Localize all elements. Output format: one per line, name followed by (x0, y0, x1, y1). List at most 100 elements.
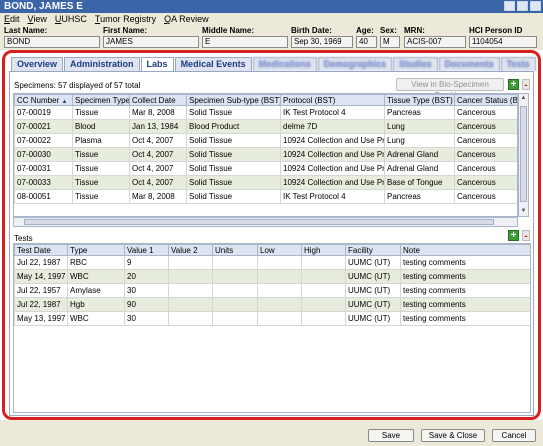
tab-medications[interactable]: Medications (252, 57, 317, 71)
tests-table: Test Date Type Value 1 Value 2 Units Low… (14, 244, 530, 326)
test-row[interactable]: Jul 22, 1987 Hgb 90 UUMC (UT) testing commen… (14, 297, 530, 312)
test-cell (257, 269, 302, 284)
col-type[interactable]: Type (67, 244, 125, 256)
tab-studies[interactable]: Studies (393, 57, 438, 71)
col-collect-date[interactable]: Collect Date (129, 94, 187, 106)
specimen-row[interactable]: 07-00019 Tissue Mar 8, 2008 Solid Tissue IK … (14, 105, 517, 120)
col-protocol[interactable]: Protocol (BST) (280, 94, 385, 106)
tab-overview[interactable]: Overview (11, 57, 64, 71)
middle-name-field[interactable]: E (202, 36, 288, 48)
horizontal-scroll-thumb[interactable] (24, 219, 494, 225)
add-test-button[interactable]: + (508, 230, 519, 241)
bio-specimen-tracking-button[interactable]: View in Bio-Specimen Tracking (396, 78, 504, 100)
col-specimen-subtype[interactable]: Specimen Sub-type (BST) (186, 94, 281, 106)
specimen-table-body: 07-00019 Tissue Mar 8, 2008 Solid Tissue IK … (14, 105, 517, 204)
last-name-field[interactable]: BOND (4, 36, 100, 48)
col-high[interactable]: High (301, 244, 346, 256)
menu-uuhsc[interactable]: UUHSC (55, 13, 87, 25)
menu-edit[interactable]: Edit (4, 13, 20, 25)
specimen-cell: Plasma (72, 133, 130, 148)
col-value-1[interactable]: Value 1 (124, 244, 169, 256)
specimen-cell: 10924 Collection and Use Pro... (280, 147, 385, 162)
specimen-cell: 07-00030 (14, 147, 73, 162)
tab-administration[interactable]: Administration (64, 57, 140, 71)
specimen-cell: Oct 4, 2007 (129, 175, 187, 190)
test-cell: Jul 22, 1987 (14, 297, 68, 312)
specimen-count: Specimens: 57 displayed of 57 total (14, 81, 141, 90)
sex-field[interactable]: M (380, 36, 400, 48)
window-titlebar: BOND, JAMES E (0, 0, 543, 13)
col-cancer-status[interactable]: Cancer Status (BS (454, 94, 517, 106)
specimen-row[interactable]: 07-00022 Plasma Oct 4, 2007 Solid Tissue 109… (14, 133, 517, 148)
specimen-vertical-scrollbar[interactable]: ▲ ▼ (518, 93, 529, 217)
menu-bar: Edit View UUHSC Tumor Registry QA Review (0, 13, 543, 25)
specimen-cell: 10924 Collection and Use Pro... (280, 175, 385, 190)
scroll-down-arrow-icon[interactable]: ▼ (519, 207, 528, 216)
minimize-button[interactable] (504, 1, 515, 11)
specimen-row[interactable]: 07-00030 Tissue Oct 4, 2007 Solid Tissue 109… (14, 147, 517, 162)
col-specimen-type[interactable]: Specimen Type (72, 94, 130, 106)
col-cc-number[interactable]: CC Number ▲ (14, 94, 73, 106)
specimen-cell: Cancerous (454, 161, 517, 176)
test-cell: 9 (124, 255, 169, 270)
col-value-2[interactable]: Value 2 (168, 244, 213, 256)
tab-tests[interactable]: Tests (500, 57, 536, 71)
col-low[interactable]: Low (257, 244, 302, 256)
add-specimen-button[interactable]: + (508, 79, 519, 90)
scroll-up-arrow-icon[interactable]: ▲ (519, 94, 528, 103)
labs-tab-panel: Specimens: 57 displayed of 57 total View… (9, 71, 534, 416)
specimen-cell: 07-00031 (14, 161, 73, 176)
col-facility[interactable]: Facility (345, 244, 401, 256)
test-row[interactable]: May 14, 1997 WBC 20 UUMC (UT) testing commen… (14, 269, 530, 284)
first-name-field[interactable]: JAMES (103, 36, 199, 48)
specimen-cell: Cancerous (454, 189, 517, 204)
hci-id-field[interactable]: 1104054 (469, 36, 537, 48)
specimen-cell: Lung (384, 119, 455, 134)
close-button[interactable] (530, 1, 541, 11)
save-button[interactable]: Save (368, 429, 414, 442)
specimen-cell: delme 7D (280, 119, 385, 134)
specimen-row[interactable]: 07-00031 Tissue Oct 4, 2007 Solid Tissue 109… (14, 161, 517, 176)
save-close-button[interactable]: Save & Close (421, 429, 485, 442)
scroll-thumb[interactable] (520, 106, 527, 202)
col-note[interactable]: Note (400, 244, 530, 256)
tab-labs[interactable]: Labs (140, 57, 174, 71)
menu-tumor-registry[interactable]: Tumor Registry (95, 13, 156, 25)
test-row[interactable]: May 13, 1997 WBC 30 UUMC (UT) testing commen… (14, 311, 530, 326)
test-cell: testing comments (400, 269, 530, 284)
col-test-date[interactable]: Test Date (14, 244, 68, 256)
test-row[interactable]: Jul 22, 1957 Amylase 30 UUMC (UT) testing co… (14, 283, 530, 298)
tab-documents[interactable]: Documents (438, 57, 500, 71)
specimen-cell: 08-00051 (14, 189, 73, 204)
specimen-cell: Jan 13, 1984 (129, 119, 187, 134)
test-row[interactable]: Jul 22, 1987 RBC 9 UUMC (UT) testing comment… (14, 255, 530, 270)
specimen-horizontal-scrollbar[interactable] (13, 217, 518, 227)
menu-view[interactable]: View (28, 13, 47, 25)
age-field[interactable]: 40 (356, 36, 377, 48)
maximize-button[interactable] (517, 1, 528, 11)
test-cell (168, 255, 213, 270)
remove-test-button[interactable]: - (522, 230, 530, 241)
col-tissue-type[interactable]: Tissue Type (BST) (384, 94, 455, 106)
remove-specimen-button[interactable]: - (522, 79, 530, 90)
birth-date-label: Birth Date: (291, 26, 332, 35)
middle-name-group: Middle Name: E (202, 25, 288, 48)
col-units[interactable]: Units (212, 244, 258, 256)
specimen-row[interactable]: 07-00033 Tissue Oct 4, 2007 Solid Tissue 109… (14, 175, 517, 190)
cancel-button[interactable]: Cancel (492, 429, 536, 442)
test-cell (257, 255, 302, 270)
specimen-cell: Oct 4, 2007 (129, 147, 187, 162)
test-cell: Amylase (67, 283, 125, 298)
specimen-row[interactable]: 07-00021 Blood Jan 13, 1984 Blood Product de… (14, 119, 517, 134)
specimen-table-container: CC Number ▲ Specimen Type Collect Date S… (13, 93, 518, 217)
mrn-field[interactable]: ACIS-007 (404, 36, 466, 48)
tab-demographics[interactable]: Demographics (317, 57, 393, 71)
specimen-cell: Oct 4, 2007 (129, 133, 187, 148)
test-cell (301, 297, 346, 312)
test-cell: UUMC (UT) (345, 255, 401, 270)
birth-date-field[interactable]: Sep 30, 1969 (291, 36, 353, 48)
tab-medical-events[interactable]: Medical Events (174, 57, 252, 71)
sort-ascending-icon: ▲ (61, 98, 68, 105)
specimen-row[interactable]: 08-00051 Tissue Mar 8, 2008 Solid Tissue IK … (14, 189, 517, 204)
menu-qa-review[interactable]: QA Review (164, 13, 209, 25)
